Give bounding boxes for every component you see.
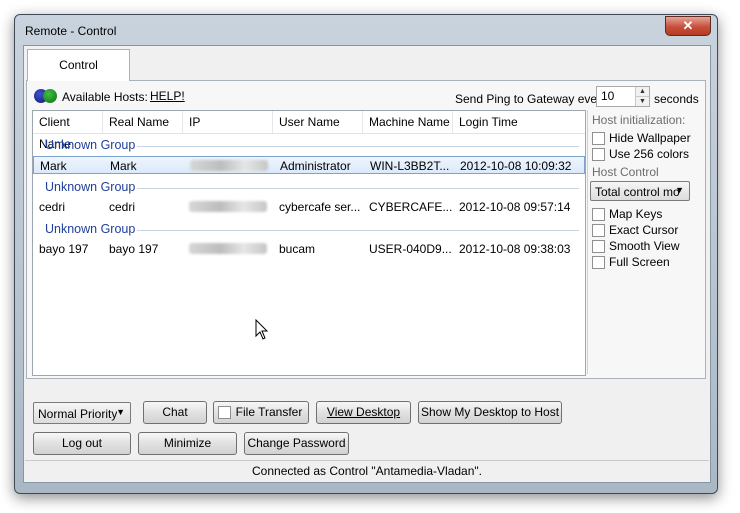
- table-row[interactable]: Mark Mark Administrator WIN-L3BB2T... 20…: [33, 156, 585, 174]
- group-header: Unknown Group: [45, 138, 136, 152]
- tab-control[interactable]: Control: [27, 49, 130, 81]
- column-user-name[interactable]: User Name: [273, 111, 363, 133]
- title-bar[interactable]: Remote - Control ✕: [15, 15, 717, 45]
- column-client-name[interactable]: Client Name: [33, 111, 103, 151]
- close-icon: ✕: [682, 18, 694, 33]
- seconds-label: seconds: [654, 92, 699, 106]
- cell-machine-name: USER-040D9...: [369, 242, 452, 256]
- checkbox-label[interactable]: Map Keys: [609, 207, 662, 221]
- connection-status-text: Connected as Control "Antamedia-Vladan".: [252, 464, 482, 478]
- cell-client-name: cedri: [39, 200, 66, 214]
- control-mode-value: Total control mo: [595, 185, 680, 199]
- cell-user-name: Administrator: [280, 159, 351, 173]
- green-dot-icon: [43, 89, 57, 103]
- cell-client-name: bayo 197: [39, 242, 89, 256]
- checkbox-box[interactable]: [592, 240, 605, 253]
- close-button[interactable]: ✕: [665, 16, 711, 36]
- checkbox-box[interactable]: [592, 224, 605, 237]
- cell-user-name: cybercafe ser...: [279, 200, 361, 214]
- checkbox-label[interactable]: Full Screen: [609, 255, 670, 269]
- priority-dropdown[interactable]: Normal Priority ▼: [33, 402, 131, 424]
- cell-ip-redacted: [189, 243, 267, 254]
- file-transfer-checkbox[interactable]: [218, 406, 231, 419]
- change-password-button[interactable]: Change Password: [244, 432, 349, 455]
- table-row[interactable]: cedri cedri cybercafe ser... CYBERCAFE..…: [33, 198, 585, 216]
- checkbox-box[interactable]: [592, 148, 605, 161]
- control-tab-panel: Available Hosts: HELP! Send Ping to Gate…: [26, 80, 706, 379]
- list-header: Client Name Real Name IP User Name Machi…: [33, 111, 585, 151]
- cell-real-name: bayo 197: [109, 242, 159, 256]
- cell-machine-name: CYBERCAFE...: [369, 200, 453, 214]
- cell-client-name: Mark: [40, 159, 67, 173]
- ping-interval-value[interactable]: 10: [601, 89, 614, 103]
- help-link[interactable]: HELP!: [150, 89, 185, 103]
- host-options-panel: Host initialization: Hide Wallpaper Use …: [587, 110, 704, 374]
- checkbox-box[interactable]: [592, 132, 605, 145]
- chevron-down-icon: ▼: [675, 185, 684, 195]
- cell-login-time: 2012-10-08 10:09:32: [460, 159, 572, 173]
- group-divider: [137, 188, 579, 189]
- cell-real-name: cedri: [109, 200, 136, 214]
- cell-machine-name: WIN-L3BB2T...: [370, 159, 450, 173]
- cell-login-time: 2012-10-08 09:38:03: [459, 242, 571, 256]
- minimize-button[interactable]: Minimize: [138, 432, 237, 455]
- spin-up-icon[interactable]: ▲: [636, 87, 649, 96]
- cell-login-time: 2012-10-08 09:57:14: [459, 200, 571, 214]
- chevron-down-icon: ▼: [116, 407, 125, 417]
- ping-interval-stepper[interactable]: 10 ▲ ▼: [596, 86, 650, 107]
- checkbox-label[interactable]: Hide Wallpaper: [609, 131, 691, 145]
- ping-label: Send Ping to Gateway every: [455, 92, 608, 106]
- control-mode-dropdown[interactable]: Total control mo ▼: [590, 181, 690, 201]
- column-ip[interactable]: IP: [183, 111, 273, 133]
- table-row[interactable]: bayo 197 bayo 197 bucam USER-040D9... 20…: [33, 240, 585, 258]
- column-login-time[interactable]: Login Time: [453, 111, 585, 133]
- view-desktop-button[interactable]: View Desktop: [316, 401, 411, 424]
- file-transfer-toggle[interactable]: File Transfer: [213, 401, 309, 424]
- window-client-area: Control Available Hosts: HELP! Send Ping…: [23, 45, 711, 483]
- show-desktop-to-host-button[interactable]: Show My Desktop to Host: [418, 401, 562, 424]
- spin-down-icon[interactable]: ▼: [636, 96, 649, 106]
- column-machine-name[interactable]: Machine Name: [363, 111, 453, 133]
- cell-ip-redacted: [189, 201, 267, 212]
- group-divider: [137, 146, 579, 147]
- window-title: Remote - Control: [25, 24, 117, 38]
- group-header: Unknown Group: [45, 222, 136, 236]
- status-dots-icon: [34, 89, 60, 103]
- group-header: Unknown Group: [45, 180, 136, 194]
- chat-button[interactable]: Chat: [143, 401, 207, 424]
- priority-value: Normal Priority: [38, 407, 118, 421]
- file-transfer-label: File Transfer: [235, 405, 303, 419]
- checkbox-label[interactable]: Exact Cursor: [609, 223, 678, 237]
- status-bar: Connected as Control "Antamedia-Vladan".: [25, 460, 709, 481]
- checkbox-box[interactable]: [592, 208, 605, 221]
- checkbox-label[interactable]: Smooth View: [609, 239, 679, 253]
- checkbox-box[interactable]: [592, 256, 605, 269]
- cell-user-name: bucam: [279, 242, 316, 256]
- available-hosts-label: Available Hosts:: [62, 90, 148, 104]
- remote-control-window: Remote - Control ✕ Control Available Hos…: [14, 14, 718, 494]
- mouse-cursor-icon: [255, 319, 269, 340]
- cell-ip-redacted: [190, 160, 268, 171]
- group-divider: [137, 230, 579, 231]
- checkbox-label[interactable]: Use 256 colors: [609, 147, 689, 161]
- hosts-list[interactable]: Client Name Real Name IP User Name Machi…: [32, 110, 586, 376]
- column-real-name[interactable]: Real Name: [103, 111, 183, 133]
- host-initialization-heading: Host initialization:: [592, 113, 686, 127]
- spin-buttons: ▲ ▼: [635, 87, 649, 106]
- cell-real-name: Mark: [110, 159, 137, 173]
- logout-button[interactable]: Log out: [33, 432, 131, 455]
